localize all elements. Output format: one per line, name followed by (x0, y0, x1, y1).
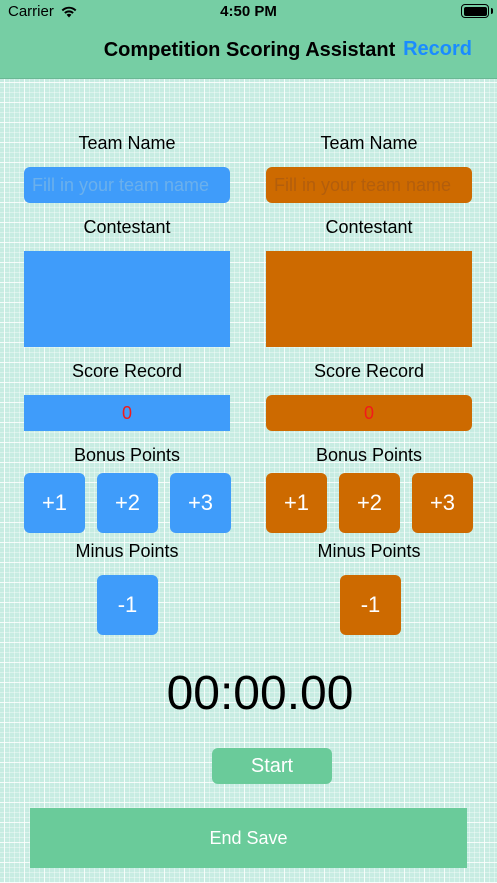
score-display-right: 0 (266, 395, 472, 431)
bonus-points-label-right: Bonus Points (315, 445, 423, 465)
bonus-plus-1-button-left[interactable]: +1 (24, 473, 85, 533)
bonus-points-label-left: Bonus Points (73, 445, 181, 465)
score-display-left: 0 (24, 395, 230, 431)
bonus-plus-3-button-left[interactable]: +3 (170, 473, 231, 533)
bonus-plus-3-button-right[interactable]: +3 (412, 473, 473, 533)
score-record-label-left: Score Record (71, 361, 183, 381)
contestant-area-left[interactable] (24, 251, 230, 347)
bonus-plus-2-button-left[interactable]: +2 (97, 473, 158, 533)
minus-1-button-right[interactable]: -1 (340, 575, 401, 635)
team-name-input-left[interactable] (24, 167, 230, 203)
page-title-text: Competition Scoring Assistant (103, 39, 396, 61)
contestant-label-left: Contestant (83, 217, 171, 237)
navigation-header: Carrier 4:50 PM Competition Scoring Assi… (0, 0, 497, 79)
team-name-input-right[interactable] (266, 167, 472, 203)
minus-points-label-right: Minus Points (317, 541, 421, 561)
battery-icon (461, 4, 489, 18)
record-button[interactable]: Record (403, 38, 472, 61)
timer-display: 00:00.00 (166, 667, 354, 720)
score-record-label-right: Score Record (313, 361, 425, 381)
end-save-button[interactable]: End Save (30, 808, 467, 868)
status-time: 4:50 PM (220, 3, 277, 20)
bonus-plus-1-button-right[interactable]: +1 (266, 473, 327, 533)
minus-1-button-left[interactable]: -1 (97, 575, 158, 635)
minus-points-label-left: Minus Points (75, 541, 179, 561)
start-button[interactable]: Start (212, 748, 332, 784)
team-name-label-left: Team Name (78, 133, 176, 153)
bonus-plus-2-button-right[interactable]: +2 (339, 473, 400, 533)
contestant-area-right[interactable] (266, 251, 472, 347)
team-name-label-right: Team Name (320, 133, 418, 153)
contestant-label-right: Contestant (325, 217, 413, 237)
